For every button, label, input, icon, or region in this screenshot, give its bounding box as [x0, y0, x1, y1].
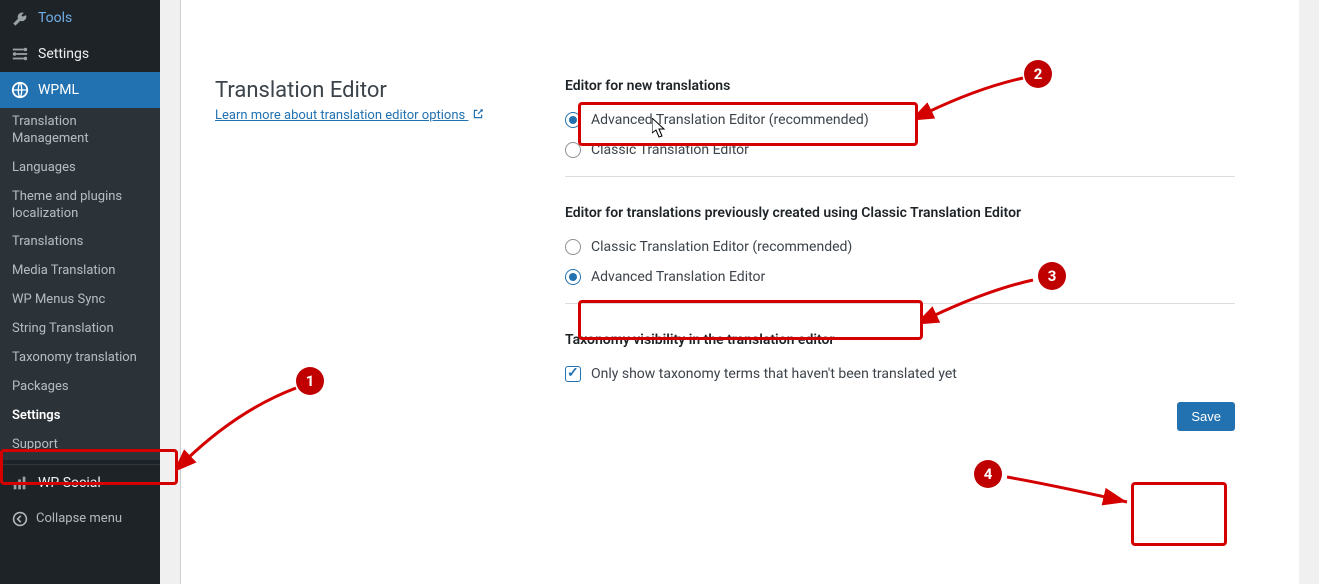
- divider: [565, 176, 1235, 177]
- wpml-submenu: Translation Management Languages Theme a…: [0, 108, 160, 460]
- radio-icon: [565, 142, 581, 158]
- submenu-settings[interactable]: Settings: [0, 402, 160, 431]
- submenu-string-translation[interactable]: String Translation: [0, 315, 160, 344]
- radio-icon: [565, 112, 581, 128]
- admin-sidebar: Tools Settings WPML Translation Manageme…: [0, 0, 160, 584]
- globe-icon: [10, 80, 30, 100]
- sidebar-item-label: Tools: [38, 10, 72, 26]
- submenu-theme-plugins-localization[interactable]: Theme and plugins localization: [0, 183, 160, 229]
- radio-classic-prev[interactable]: Classic Translation Editor (recommended): [565, 239, 1235, 255]
- sidebar-item-settings[interactable]: Settings: [0, 36, 160, 72]
- checkbox-icon: [565, 366, 581, 382]
- radio-advanced-new[interactable]: Advanced Translation Editor (recommended…: [565, 112, 1235, 128]
- submenu-translation-management[interactable]: Translation Management: [0, 108, 160, 154]
- sidebar-item-wp-social[interactable]: WP Social: [0, 465, 160, 501]
- sidebar-item-label: WPML: [38, 82, 79, 98]
- sliders-icon: [10, 44, 30, 64]
- sidebar-item-label: Settings: [38, 46, 89, 62]
- submenu-media-translation[interactable]: Media Translation: [0, 257, 160, 286]
- radio-advanced-prev[interactable]: Advanced Translation Editor: [565, 269, 1235, 285]
- submenu-taxonomy-translation[interactable]: Taxonomy translation: [0, 344, 160, 373]
- submenu-translations[interactable]: Translations: [0, 228, 160, 257]
- radio-icon: [565, 269, 581, 285]
- collapse-icon: [10, 509, 30, 529]
- learn-more-text: Learn more about translation editor opti…: [215, 108, 468, 123]
- radio-classic-new[interactable]: Classic Translation Editor: [565, 142, 1235, 158]
- radio-label: Classic Translation Editor (recommended): [591, 239, 852, 255]
- radio-icon: [565, 239, 581, 255]
- settings-panel: Translation Editor Learn more about tran…: [180, 0, 1299, 584]
- sidebar-item-wpml[interactable]: WPML: [0, 72, 160, 108]
- wrench-icon: [10, 8, 30, 28]
- subsection-new-translations: Editor for new translations: [565, 78, 1235, 94]
- subsection-previous-translations: Editor for translations previously creat…: [565, 205, 1235, 221]
- sidebar-item-tools[interactable]: Tools: [0, 0, 160, 36]
- save-button[interactable]: Save: [1177, 402, 1235, 431]
- collapse-label: Collapse menu: [36, 511, 122, 526]
- submenu-support[interactable]: Support: [0, 431, 160, 460]
- radio-label: Classic Translation Editor: [591, 142, 749, 158]
- submenu-packages[interactable]: Packages: [0, 373, 160, 402]
- subsection-taxonomy-visibility: Taxonomy visibility in the translation e…: [565, 332, 1235, 348]
- submenu-languages[interactable]: Languages: [0, 154, 160, 183]
- external-link-icon: [472, 108, 484, 124]
- section-header-col: Translation Editor Learn more about tran…: [215, 20, 565, 431]
- checkbox-taxonomy-only-untranslated[interactable]: Only show taxonomy terms that haven't be…: [565, 366, 1235, 382]
- radio-label: Advanced Translation Editor: [591, 269, 765, 285]
- content-area: Translation Editor Learn more about tran…: [160, 0, 1319, 584]
- divider: [565, 303, 1235, 304]
- collapse-menu[interactable]: Collapse menu: [0, 501, 160, 537]
- submenu-wp-menus-sync[interactable]: WP Menus Sync: [0, 286, 160, 315]
- radio-label: Advanced Translation Editor (recommended…: [591, 112, 869, 128]
- section-title: Translation Editor: [215, 78, 565, 103]
- options-col: Editor for new translations Advanced Tra…: [565, 20, 1265, 431]
- checkbox-label: Only show taxonomy terms that haven't be…: [591, 366, 957, 382]
- sidebar-item-label: WP Social: [38, 475, 101, 491]
- learn-more-link[interactable]: Learn more about translation editor opti…: [215, 108, 468, 123]
- bars-icon: [10, 473, 30, 493]
